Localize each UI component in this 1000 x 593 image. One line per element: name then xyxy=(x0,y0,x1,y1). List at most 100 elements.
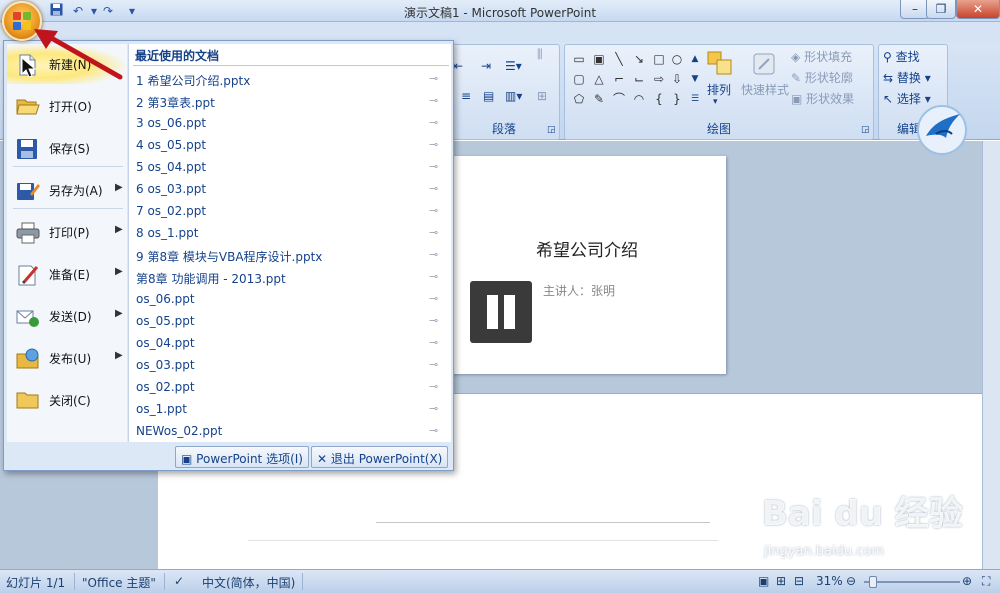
normal-view-icon[interactable]: ▣ xyxy=(758,574,769,588)
recent-document-item[interactable]: os_03.ppt ⊸ xyxy=(129,355,452,377)
powerpoint-options-button[interactable]: ▣ PowerPoint 选项(I) xyxy=(175,446,309,468)
slideshow-view-icon[interactable]: ⊟ xyxy=(794,574,804,588)
recent-document-item[interactable]: os_04.ppt ⊸ xyxy=(129,333,452,355)
recent-document-item[interactable]: 5 os_04.ppt ⊸ xyxy=(129,157,452,179)
slide-subtitle[interactable]: 主讲人：张明 xyxy=(543,282,615,299)
pin-icon[interactable]: ⊸ xyxy=(429,336,438,349)
office-menu-item[interactable]: 打开(O) xyxy=(7,86,127,126)
columns-icon[interactable]: ▥▾ xyxy=(505,89,522,103)
recent-document-item[interactable]: 第8章 功能调用 - 2013.ppt ⊸ xyxy=(129,267,452,289)
shapes-scroll-down-icon[interactable]: ▼ xyxy=(687,71,703,87)
shape-effects-button[interactable]: ▣ 形状效果 xyxy=(791,90,854,107)
zoom-out-icon[interactable]: ⊖ xyxy=(846,574,856,588)
right-arrow-shape-icon[interactable]: ⇨ xyxy=(651,71,667,87)
shape-outline-button[interactable]: ✎ 形状轮廓 xyxy=(791,69,853,86)
paragraph-dialog-launcher-icon[interactable]: ◲ xyxy=(547,125,556,135)
office-menu-item[interactable]: 另存为(A) ▶ xyxy=(7,170,127,210)
triangle-shape-icon[interactable]: △ xyxy=(591,71,607,87)
quick-styles-button[interactable] xyxy=(751,51,777,80)
smartart-icon[interactable]: ⊞ xyxy=(537,89,547,103)
rounded-rectangle-shape-icon[interactable]: ▢ xyxy=(571,71,587,87)
line-shape-icon[interactable]: ╲ xyxy=(611,51,627,67)
office-menu-item[interactable]: 保存(S) xyxy=(7,128,127,168)
pin-icon[interactable]: ⊸ xyxy=(429,424,438,437)
increase-indent-icon[interactable]: ⇥ xyxy=(481,59,491,73)
restore-icon[interactable]: ❐ xyxy=(926,0,956,19)
pin-icon[interactable]: ⊸ xyxy=(429,182,438,195)
pentagon-shape-icon[interactable]: ⬠ xyxy=(571,91,587,107)
slide-sorter-view-icon[interactable]: ⊞ xyxy=(776,574,786,588)
down-arrow-shape-icon[interactable]: ⇩ xyxy=(669,71,685,87)
slide-title[interactable]: 希望公司介绍 xyxy=(448,236,726,261)
freeform-shape-icon[interactable]: ✎ xyxy=(591,91,607,107)
pin-icon[interactable]: ⊸ xyxy=(429,270,438,283)
recent-document-item[interactable]: NEWos_02.ppt ⊸ xyxy=(129,421,452,443)
line-spacing-icon[interactable]: ☰▾ xyxy=(505,59,522,73)
pin-icon[interactable]: ⊸ xyxy=(429,116,438,129)
recent-document-name: os_05.ppt xyxy=(136,314,195,328)
spelling-check-icon[interactable]: ✓ xyxy=(174,574,184,588)
arrange-button[interactable] xyxy=(707,51,733,80)
text-direction-icon[interactable]: ⫼ xyxy=(537,47,543,62)
shapes-scroll-up-icon[interactable]: ▲ xyxy=(687,51,703,67)
pin-icon[interactable]: ⊸ xyxy=(429,314,438,327)
recent-document-item[interactable]: 8 os_1.ppt ⊸ xyxy=(129,223,452,245)
rectangle-shape-icon[interactable]: □ xyxy=(651,51,667,67)
office-menu-item[interactable]: 关闭(C) xyxy=(7,380,127,420)
curve-shape-icon[interactable]: ⌒ xyxy=(611,91,627,107)
right-brace-shape-icon[interactable]: } xyxy=(669,91,685,107)
textbox-shape-icon[interactable]: ▭ xyxy=(571,51,587,67)
pin-icon[interactable]: ⊸ xyxy=(429,204,438,217)
recent-document-item[interactable]: 6 os_03.ppt ⊸ xyxy=(129,179,452,201)
elbow-arrow-shape-icon[interactable]: ⌙ xyxy=(631,71,647,87)
arc-shape-icon[interactable]: ◠ xyxy=(631,91,647,107)
exit-powerpoint-button[interactable]: ✕ 退出 PowerPoint(X) xyxy=(311,446,449,468)
close-icon[interactable]: ✕ xyxy=(956,0,1000,19)
zoom-in-icon[interactable]: ⊕ xyxy=(962,574,972,588)
recent-document-item[interactable]: os_1.ppt ⊸ xyxy=(129,399,452,421)
recent-document-item[interactable]: os_05.ppt ⊸ xyxy=(129,311,452,333)
recent-document-item[interactable]: 4 os_05.ppt ⊸ xyxy=(129,135,452,157)
pin-icon[interactable]: ⊸ xyxy=(429,226,438,239)
recent-document-item[interactable]: os_02.ppt ⊸ xyxy=(129,377,452,399)
pause-icon[interactable] xyxy=(470,281,532,343)
shape-fill-button[interactable]: ◈ 形状填充 xyxy=(791,48,852,65)
zoom-slider-thumb[interactable] xyxy=(868,576,877,588)
recent-document-item[interactable]: 7 os_02.ppt ⊸ xyxy=(129,201,452,223)
pin-icon[interactable]: ⊸ xyxy=(429,248,438,261)
pin-icon[interactable]: ⊸ xyxy=(429,380,438,393)
elbow-connector-shape-icon[interactable]: ⌐ xyxy=(611,71,627,87)
recent-document-item[interactable]: 2 第3章表.ppt ⊸ xyxy=(129,91,452,113)
justify-icon[interactable]: ▤ xyxy=(483,89,494,103)
pin-icon[interactable]: ⊸ xyxy=(429,72,438,85)
drawing-dialog-launcher-icon[interactable]: ◲ xyxy=(861,125,870,135)
recent-document-item[interactable]: os_06.ppt ⊸ xyxy=(129,289,452,311)
left-brace-shape-icon[interactable]: { xyxy=(651,91,667,107)
pin-icon[interactable]: ⊸ xyxy=(429,160,438,173)
language-indicator[interactable]: 中文(简体，中国) xyxy=(202,574,295,591)
office-menu-item[interactable]: 打印(P) ▶ xyxy=(7,212,127,252)
pin-icon[interactable]: ⊸ xyxy=(429,292,438,305)
recent-document-item[interactable]: 9 第8章 模块与VBA程序设计.pptx ⊸ xyxy=(129,245,452,267)
decrease-indent-icon[interactable]: ⇤ xyxy=(453,59,463,73)
office-menu-item[interactable]: 发布(U) ▶ xyxy=(7,338,127,378)
pin-icon[interactable]: ⊸ xyxy=(429,138,438,151)
arrow-line-shape-icon[interactable]: ↘ xyxy=(631,51,647,67)
zoom-slider-track[interactable] xyxy=(864,581,960,583)
fit-to-window-icon[interactable]: ⛶ xyxy=(982,574,990,589)
pin-icon[interactable]: ⊸ xyxy=(429,358,438,371)
office-menu-item[interactable]: 发送(D) ▶ xyxy=(7,296,127,336)
replace-button[interactable]: ⇆ 替换 ▾ xyxy=(883,69,931,86)
pin-icon[interactable]: ⊸ xyxy=(429,94,438,107)
office-menu-item[interactable]: 准备(E) ▶ xyxy=(7,254,127,294)
pin-icon[interactable]: ⊸ xyxy=(429,402,438,415)
vertical-scrollbar[interactable] xyxy=(982,141,1000,569)
find-button[interactable]: ⚲ 查找 xyxy=(883,48,920,65)
recent-document-item[interactable]: 1 希望公司介绍.pptx ⊸ xyxy=(129,69,452,91)
shapes-more-icon[interactable]: ☰ xyxy=(687,91,703,107)
align-right-icon[interactable]: ≡ xyxy=(461,89,471,103)
recent-document-item[interactable]: 3 os_06.ppt ⊸ xyxy=(129,113,452,135)
oval-shape-icon[interactable]: ○ xyxy=(669,51,685,67)
vertical-textbox-shape-icon[interactable]: ▣ xyxy=(591,51,607,67)
zoom-level[interactable]: 31% xyxy=(816,574,843,588)
